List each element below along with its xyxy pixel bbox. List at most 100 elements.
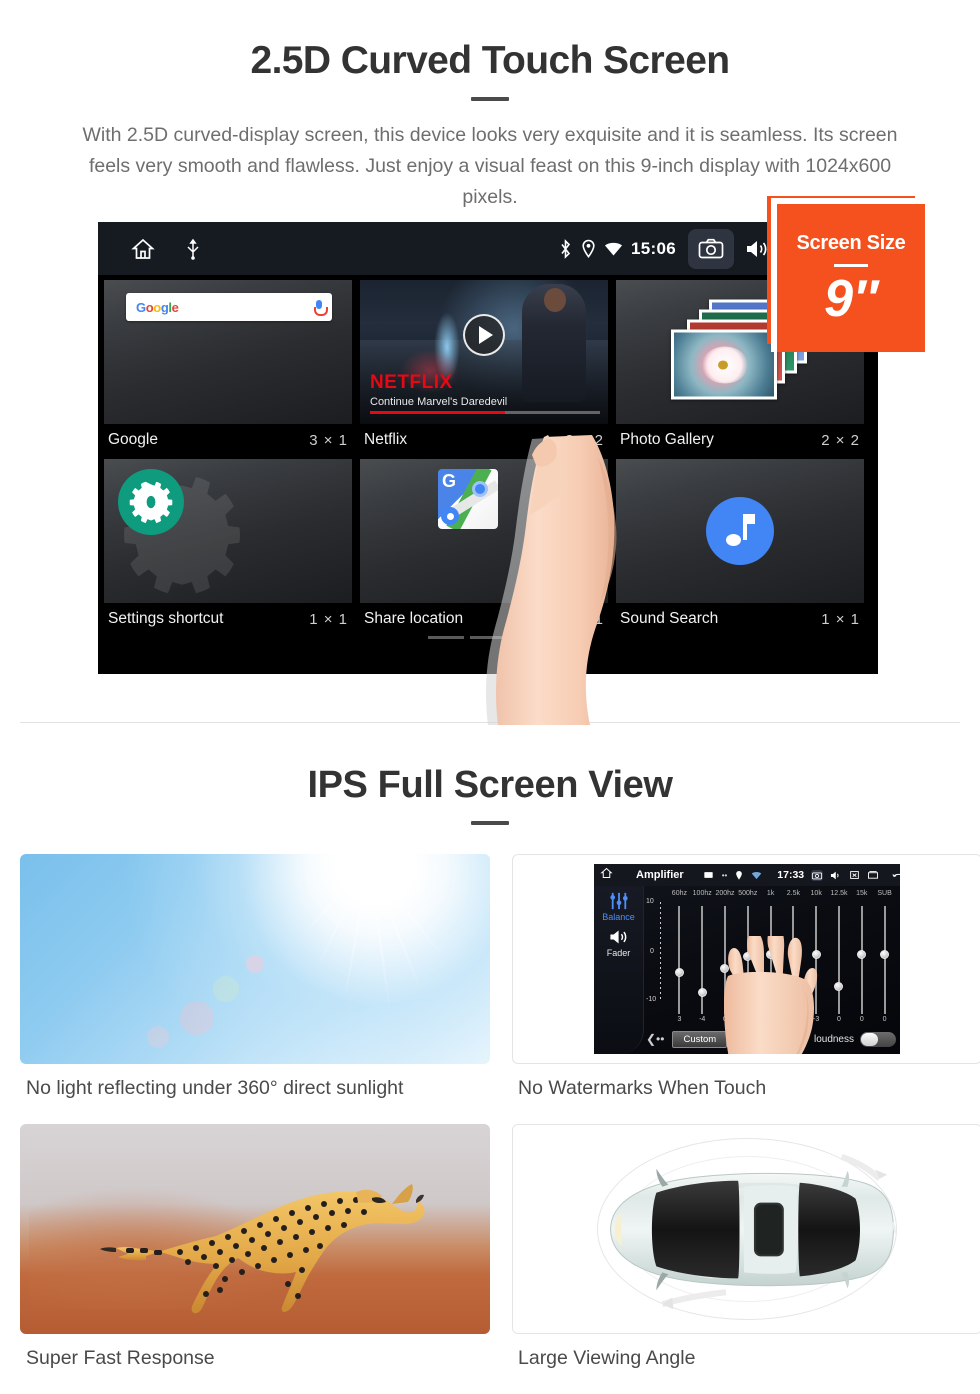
android-device-screenshot: 15:06 Google Google 3 × 1 NETFLIX Contin… [98,222,878,674]
widget-label-row: Netflix 3 × 2 [360,424,608,459]
balance-icon[interactable] [608,892,630,910]
section2-title: IPS Full Screen View [307,764,673,806]
amplifier-body: Balance Fader 60hz 100hz 200hz 500hz 1k [594,886,900,1054]
cheetah-illustration [100,1184,425,1314]
location-icon [736,870,743,880]
recents-icon [868,871,879,879]
camera-icon[interactable] [688,228,734,269]
cheetah-image [20,1124,490,1334]
feature-grid: No light reflecting under 360° direct su… [0,825,980,1370]
amplifier-title: Amplifier [636,869,684,881]
band-label: 12.5k [830,890,848,897]
prev-preset-icon[interactable]: ❮•• [646,1032,664,1046]
equalizer-band-labels: 60hz 100hz 200hz 500hz 1k 2.5k 10k 12.5k… [646,890,896,897]
widget-card-share-location[interactable]: G Share location 1 × 1 [360,459,608,638]
sunlight-image [20,854,490,1064]
widget-size: 1 × 1 [821,610,860,628]
card-caption: Super Fast Response [26,1347,215,1369]
amplifier-clock: 17:33 [777,869,805,881]
person-pin-icon [441,507,459,525]
screen-size-value: 9″ [824,269,878,328]
eq-slider [873,906,896,1014]
curved-touch-screen-section: 2.5D Curved Touch Screen With 2.5D curve… [0,0,980,725]
balance-label[interactable]: Balance [602,912,635,922]
fader-icon[interactable] [608,928,630,946]
eq-value: 3 [677,1016,682,1023]
band-label: 2.5k [786,890,800,897]
feature-card-viewing-angle: Large Viewing Angle [512,1124,980,1370]
amplifier-image: Amplifier •• 17:33 Balance Fader 60hz 10… [512,854,980,1064]
eq-slider [668,906,691,1014]
page-dot[interactable] [428,636,464,639]
location-dot-icon [472,481,488,497]
band-label: 500hz [738,890,758,897]
widget-preview-settings [104,459,352,603]
scale-mid-label: 0 [650,948,654,955]
band-label: 60hz [671,890,687,897]
home-icon[interactable] [130,237,156,261]
page-title: 2.5D Curved Touch Screen [250,39,730,82]
widget-row-2: Settings shortcut 1 × 1 G Share location… [104,459,872,638]
badge-divider [834,263,868,267]
page-dot-active[interactable] [512,636,548,639]
back-icon [892,873,900,877]
progress-bar [370,411,600,414]
eq-value: 0 [882,1016,887,1023]
widget-card-google[interactable]: Google Google 3 × 1 [104,280,352,459]
widget-name: Netflix [364,431,408,448]
eq-value: 0 [859,1016,864,1023]
bluetooth-icon [558,238,573,259]
gallery-icon [704,872,713,878]
widget-preview-share-location: G [360,459,608,603]
card-caption: Large Viewing Angle [518,1347,696,1369]
home-icon[interactable] [600,866,613,884]
more-icon: •• [721,870,728,880]
widget-preview-google: Google [104,280,352,424]
widget-picker-grid: Google Google 3 × 1 NETFLIX Continue Mar… [98,275,878,649]
band-label: SUB [877,890,892,897]
page-dot[interactable] [470,636,506,639]
feature-card-sunlight: No light reflecting under 360° direct su… [20,854,490,1100]
google-search-bar[interactable]: Google [126,293,332,321]
widget-label-row: Photo Gallery 2 × 2 [616,424,864,459]
eq-slider [828,906,851,1014]
status-bar-clock: 15:06 [631,238,676,258]
widget-size: 3 × 2 [565,431,604,449]
status-bar: 15:06 [98,222,878,275]
widget-row-1: Google Google 3 × 1 NETFLIX Continue Mar… [104,280,872,459]
widget-card-sound-search[interactable]: Sound Search 1 × 1 [616,459,864,638]
widget-preview-sound-search [616,459,864,603]
widget-card-settings-shortcut[interactable]: Settings shortcut 1 × 1 [104,459,352,638]
amplifier-right-icons [811,869,900,881]
loudness-control[interactable]: loudness [814,1031,896,1047]
netflix-tile-caption: Continue Marvel's Daredevil [370,396,508,408]
play-icon[interactable] [463,313,505,356]
screen-size-badge: Screen Size 9″ [777,204,925,352]
microphone-icon[interactable] [314,300,328,316]
usb-icon[interactable] [186,238,200,260]
widget-name: Photo Gallery [620,431,714,448]
widget-label-row: Sound Search 1 × 1 [616,603,864,638]
widget-card-netflix[interactable]: NETFLIX Continue Marvel's Daredevil Netf… [360,280,608,459]
widget-preview-netflix: NETFLIX Continue Marvel's Daredevil [360,280,608,424]
netflix-logo: NETFLIX [370,372,453,393]
widget-size: 3 × 1 [309,431,348,449]
amplifier-status-bar: Amplifier •• 17:33 [594,864,900,886]
ips-full-screen-view-section: IPS Full Screen View No light reflecting… [0,723,980,1370]
loudness-toggle[interactable] [860,1031,896,1047]
car-top-view-illustration [610,1154,896,1310]
widget-name: Share location [364,610,464,627]
card-caption: No Watermarks When Touch [518,1077,767,1099]
amplifier-status-icons: •• [703,870,763,881]
equalizer-scale: 10 0 -10 [646,898,666,1004]
eq-value: 0 [837,1016,841,1023]
amplifier-screen: Amplifier •• 17:33 Balance Fader 60hz 10… [594,864,900,1054]
page-indicator[interactable] [98,636,878,639]
eq-slider [691,906,714,1014]
hand-illustration [724,936,818,1054]
fader-label[interactable]: Fader [607,948,631,958]
feature-card-watermarks: Amplifier •• 17:33 Balance Fader 60hz 10… [512,854,980,1100]
music-note-icon [706,497,774,565]
feature-card-fast-response: Super Fast Response [20,1124,490,1370]
scale-bottom-label: -10 [646,996,657,1003]
